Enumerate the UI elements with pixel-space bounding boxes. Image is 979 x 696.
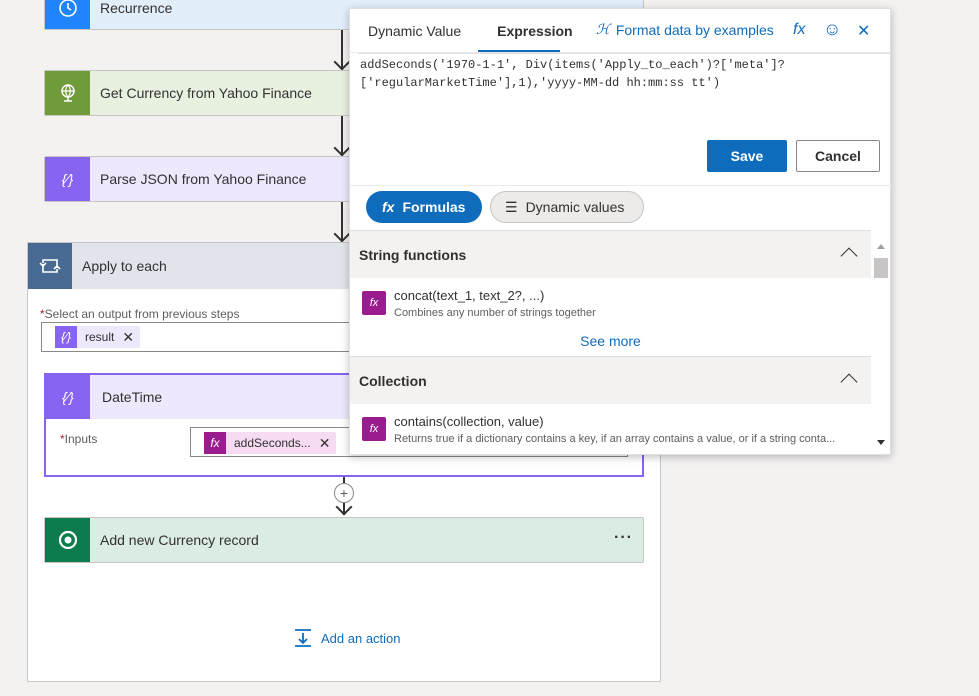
section-string-functions[interactable]: String functions xyxy=(350,230,871,278)
chevron-up-icon xyxy=(840,373,858,391)
remove-token-icon[interactable]: ✕ xyxy=(319,435,337,452)
filter-icon: ☰ xyxy=(505,198,518,215)
step-title: Add new Currency record xyxy=(100,532,259,548)
function-item-contains[interactable]: fx contains(collection, value) Returns t… xyxy=(350,405,871,453)
flow-canvas: Recurrence Get Currency from Yahoo Finan… xyxy=(0,0,979,696)
smiley-icon[interactable]: ☺ xyxy=(823,19,841,40)
scroll-up-icon[interactable] xyxy=(877,244,885,249)
globe-icon xyxy=(45,71,90,115)
see-more-link[interactable]: See more xyxy=(350,327,871,355)
close-icon[interactable]: ✕ xyxy=(857,21,870,41)
function-item-concat[interactable]: fx concat(text_1, text_2?, ...) Combines… xyxy=(350,279,871,327)
fx-icon: fx xyxy=(382,199,395,215)
connector xyxy=(343,477,345,483)
tab-dynamic-value[interactable]: Dynamic Value xyxy=(350,9,479,53)
data-operation-icon: {⁄} xyxy=(46,375,90,419)
loop-icon xyxy=(28,243,72,289)
dataverse-icon xyxy=(45,518,90,562)
formulas-pill[interactable]: fx Formulas xyxy=(366,191,482,223)
add-action-icon xyxy=(295,629,311,647)
format-data-link[interactable]: ℋ Format data by examples xyxy=(596,21,774,38)
function-icon: fx xyxy=(362,291,386,315)
divider xyxy=(350,185,892,186)
save-button[interactable]: Save xyxy=(707,140,787,172)
step-title: Recurrence xyxy=(100,0,173,16)
scroll-down-icon[interactable] xyxy=(877,440,885,445)
datetime-title: DateTime xyxy=(102,389,163,405)
section-collection[interactable]: Collection xyxy=(350,356,871,404)
apply-to-each-title: Apply to each xyxy=(82,258,167,274)
clock-icon xyxy=(45,0,90,29)
step-title: Parse JSON from Yahoo Finance xyxy=(100,171,307,187)
add-record-card[interactable]: Add new Currency record ··· xyxy=(44,517,644,563)
step-title: Get Currency from Yahoo Finance xyxy=(100,85,312,101)
active-tab-indicator xyxy=(478,50,560,52)
connector-arrow xyxy=(333,139,351,157)
fx-icon[interactable]: fx xyxy=(793,21,805,39)
function-icon: fx xyxy=(204,432,226,454)
inputs-label: *Inputs xyxy=(60,432,98,446)
function-icon: fx xyxy=(362,417,386,441)
select-output-label: *Select an output from previous steps xyxy=(40,307,240,321)
function-list-scrollbar[interactable] xyxy=(872,236,890,454)
data-operation-icon: {⁄} xyxy=(45,157,90,201)
wand-icon: ℋ xyxy=(596,21,610,37)
tab-expression[interactable]: Expression xyxy=(479,9,590,53)
dynamic-values-pill[interactable]: ☰ Dynamic values xyxy=(490,191,644,223)
connector-arrow xyxy=(333,225,351,243)
expression-token[interactable]: fx addSeconds... ✕ xyxy=(204,432,337,454)
chevron-up-icon xyxy=(840,247,858,265)
expression-editor[interactable]: addSeconds('1970-1-1', Div(items('Apply_… xyxy=(358,53,892,127)
more-options-icon[interactable]: ··· xyxy=(614,529,633,547)
remove-token-icon[interactable]: ✕ xyxy=(122,329,140,346)
cancel-button[interactable]: Cancel xyxy=(796,140,880,172)
connector-arrow xyxy=(333,53,351,71)
add-action-button[interactable]: Add an action xyxy=(293,628,401,648)
data-operation-icon: {⁄} xyxy=(55,326,77,348)
expression-popup: Dynamic Value Expression ℋ Format data b… xyxy=(349,8,892,455)
scroll-thumb[interactable] xyxy=(874,258,888,278)
result-token[interactable]: {⁄} result ✕ xyxy=(55,326,141,348)
